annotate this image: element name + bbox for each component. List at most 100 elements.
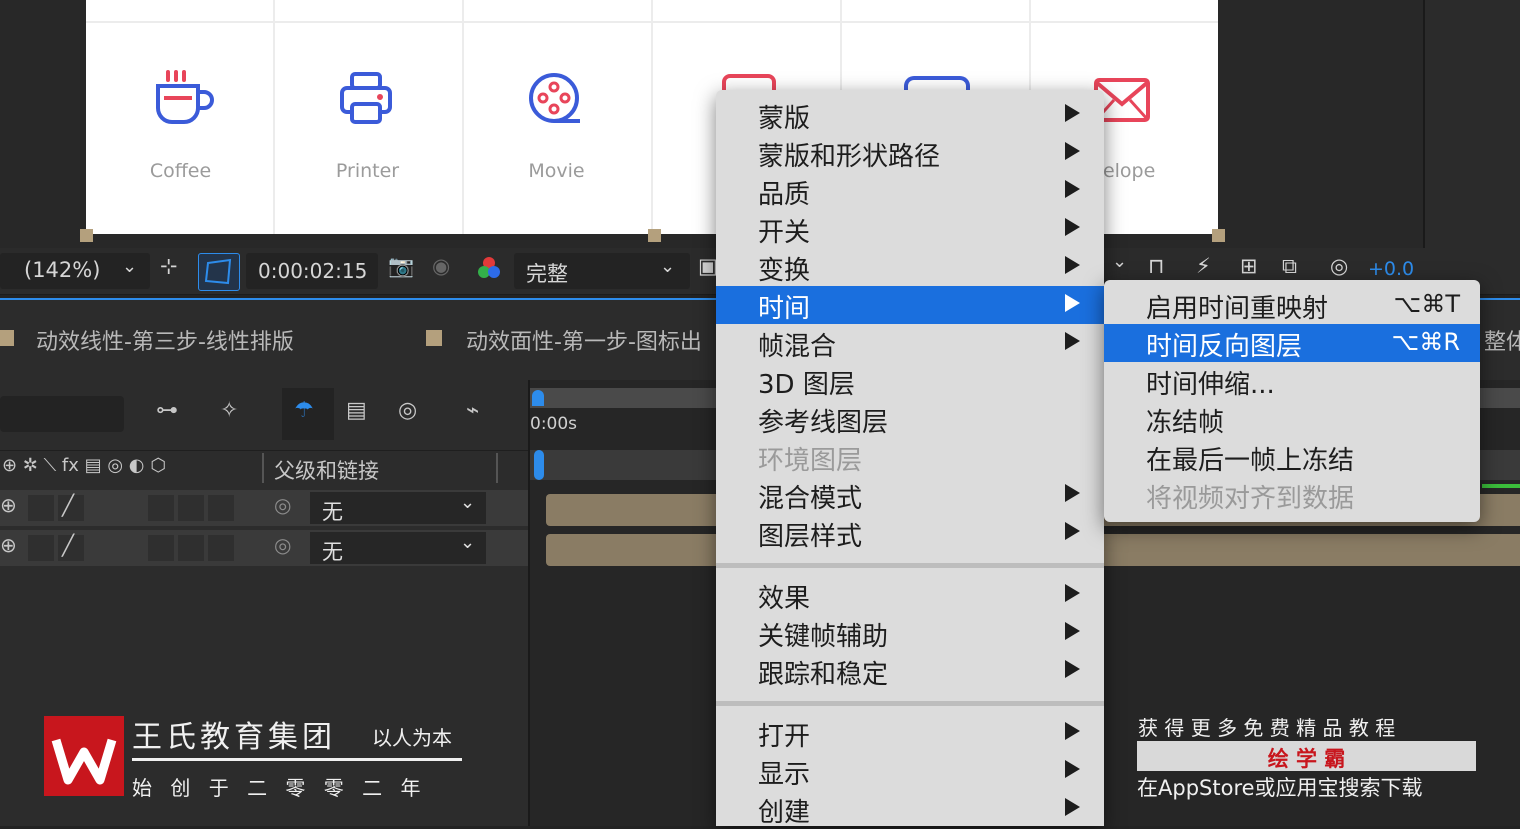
tab-color-swatch (426, 330, 442, 346)
menu-item-label: 蒙版 (758, 104, 811, 134)
menu-item-label: 变换 (758, 256, 811, 286)
exposure-value[interactable]: +0.0 (1368, 258, 1414, 280)
menu-item-guide-layer[interactable]: 参考线图层 (716, 400, 1104, 438)
view-options-icon[interactable]: ⊓ (1148, 254, 1164, 278)
promo-brand: 绘 学 霸 (1267, 747, 1346, 771)
menu-item-track-stabilize[interactable]: 跟踪和稳定 (716, 652, 1104, 690)
parent-dropdown[interactable]: 无 ⌄ (310, 492, 486, 524)
switch-cell[interactable] (208, 535, 234, 561)
draft-3d-icon[interactable]: ✧ (220, 398, 238, 423)
switch-cell[interactable] (208, 495, 234, 521)
menu-item-layer-styles[interactable]: 图层样式 (716, 514, 1104, 552)
chevron-down-icon: ⌄ (660, 256, 676, 277)
switch-cell[interactable] (28, 495, 54, 521)
menu-item-keyframe-assistant[interactable]: 关键帧辅助 (716, 614, 1104, 652)
frame-blending-icon[interactable]: ▤ (346, 398, 367, 423)
zoom-dropdown[interactable]: (142%) ⌄ (0, 253, 150, 289)
tab-color-swatch (0, 330, 14, 346)
timeline-icon[interactable]: ⊞ (1240, 254, 1258, 278)
layer-row[interactable]: ⊕ ╱ ◎ 无 ⌄ (0, 530, 528, 566)
menu-item-open[interactable]: 打开 (716, 714, 1104, 752)
work-area-start-handle[interactable] (532, 390, 544, 406)
menu-item-mask[interactable]: 蒙版 (716, 96, 1104, 134)
menu-item-switches[interactable]: 开关 (716, 210, 1104, 248)
tile-label: Printer (335, 160, 400, 182)
parent-column-header[interactable]: 父级和链接 (274, 455, 379, 485)
menu-item-effect[interactable]: 效果 (716, 576, 1104, 614)
switch-cell[interactable] (178, 535, 204, 561)
channel-rgb-icon[interactable] (476, 256, 502, 286)
menu-item-label: 品质 (758, 180, 811, 210)
quality-switch[interactable]: ╱ (58, 493, 84, 521)
menu-item-reveal[interactable]: 显示 (716, 752, 1104, 790)
menu-item-label: 效果 (758, 584, 811, 614)
exposure-icon[interactable]: ◎ (1330, 254, 1348, 278)
zoom-value: (142%) (24, 258, 101, 282)
shy-icon[interactable]: ⊕ (0, 493, 17, 517)
submenu-arrow-icon (1065, 256, 1080, 274)
layer-handle[interactable] (80, 229, 93, 242)
layer-context-menu: 蒙版 蒙版和形状路径 品质 开关 变换 时间 帧混合 3D 图层 参考线图层 环… (716, 90, 1104, 828)
resolution-dropdown[interactable]: 完整 ⌄ (514, 253, 690, 289)
parent-value: 无 (322, 500, 343, 524)
menu-item-freeze-frame[interactable]: 冻结帧 (1104, 400, 1480, 438)
menu-item-quality[interactable]: 品质 (716, 172, 1104, 210)
viewer-side-panel (1423, 0, 1520, 248)
fast-preview-icon[interactable]: ⚡ (1196, 254, 1211, 278)
shy-toggle-button[interactable]: ☂ (282, 388, 334, 440)
submenu-arrow-icon (1065, 294, 1080, 312)
shy-icon[interactable]: ⊕ (0, 533, 17, 557)
menu-item-mask-shape-path[interactable]: 蒙版和形状路径 (716, 134, 1104, 172)
quality-icon: ╱ (62, 533, 75, 557)
tab-comp[interactable]: 动效面性-第一步-图标出 (466, 324, 702, 356)
promo-brand-box: 绘 学 霸 (1137, 741, 1476, 771)
menu-separator (716, 701, 1104, 706)
region-of-interest-icon[interactable]: ▣ (698, 254, 718, 278)
menu-item-label: 冻结帧 (1146, 408, 1225, 438)
menu-item-time-reverse-layer[interactable]: 时间反向图层 ⌥⌘R (1104, 324, 1480, 362)
playhead[interactable] (534, 450, 544, 480)
promo-line1: 获 得 更 多 免 费 精 品 教 程 (1138, 716, 1396, 740)
pick-whip-icon[interactable]: ◎ (274, 493, 291, 517)
timecode-display[interactable]: 0:00:02:15 (246, 253, 378, 289)
watermark-subtitle: 始 创 于 二 零 零 二 年 (132, 776, 427, 800)
motion-blur-icon[interactable]: ◎ (398, 398, 417, 423)
menu-item-time-stretch[interactable]: 时间伸缩... (1104, 362, 1480, 400)
tile-label: Movie (528, 160, 585, 182)
menu-item-enable-time-remap[interactable]: 启用时间重映射 ⌥⌘T (1104, 286, 1480, 324)
tab-comp[interactable]: 整体 (1484, 324, 1520, 356)
shy-layers-icon[interactable]: ⊶ (156, 398, 178, 423)
menu-item-label: 时间 (758, 294, 811, 324)
parent-dropdown[interactable]: 无 ⌄ (310, 532, 486, 564)
camera-snapshot-icon[interactable]: 📷 (388, 254, 414, 279)
mask-visibility-button[interactable] (198, 253, 240, 291)
menu-item-create[interactable]: 创建 (716, 790, 1104, 828)
menu-item-blending-mode[interactable]: 混合模式 (716, 476, 1104, 514)
tab-comp[interactable]: 动效线性-第三步-线性排版 (36, 324, 294, 356)
switch-cell[interactable] (28, 535, 54, 561)
switch-cell[interactable] (148, 535, 174, 561)
chevron-down-icon[interactable]: ⌄ (1112, 251, 1127, 272)
menu-item-transform[interactable]: 变换 (716, 248, 1104, 286)
switch-cell[interactable] (178, 495, 204, 521)
switch-cell[interactable] (148, 495, 174, 521)
layer-handle[interactable] (1212, 229, 1225, 242)
layer-row[interactable]: ⊕ ╱ ◎ 无 ⌄ (0, 490, 528, 526)
submenu-arrow-icon (1065, 798, 1080, 816)
graph-editor-icon[interactable]: ⌁ (466, 398, 479, 423)
menu-item-frame-blending[interactable]: 帧混合 (716, 324, 1104, 362)
pick-whip-icon[interactable]: ◎ (274, 533, 291, 557)
mask-path-icon (204, 258, 232, 285)
layer-handle[interactable] (648, 229, 661, 242)
layer-search-input[interactable] (0, 396, 124, 432)
menu-item-3d-layer[interactable]: 3D 图层 (716, 362, 1104, 400)
tile-label: Coffee (149, 160, 212, 182)
flowchart-icon[interactable]: ⧉ (1282, 254, 1297, 279)
menu-separator (716, 563, 1104, 568)
menu-item-label: 在最后一帧上冻结 (1146, 446, 1355, 476)
quality-switch[interactable]: ╱ (58, 533, 84, 561)
menu-item-freeze-last-frame[interactable]: 在最后一帧上冻结 (1104, 438, 1480, 476)
grid-toggle-icon[interactable]: ⊹ (160, 254, 178, 278)
show-snapshot-icon[interactable]: ◉ (432, 254, 450, 278)
menu-item-time[interactable]: 时间 (716, 286, 1104, 324)
